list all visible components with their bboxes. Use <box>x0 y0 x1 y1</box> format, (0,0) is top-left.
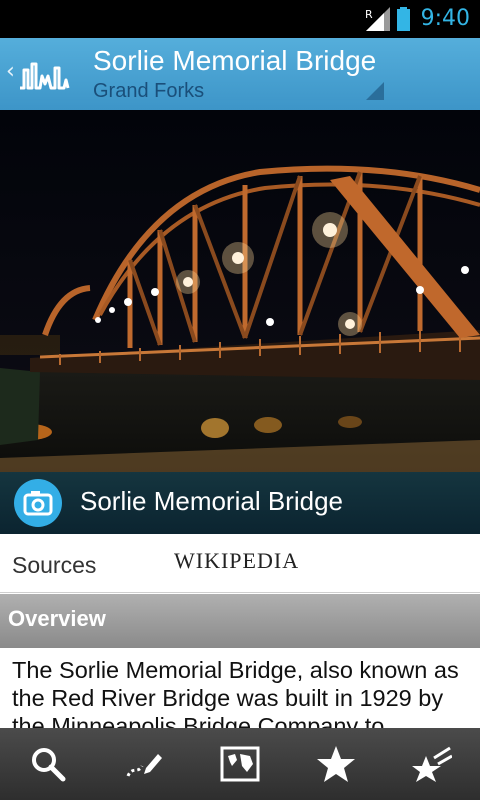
action-bar: ‹ Sorlie Memorial Bridge Grand Forks <box>0 38 480 111</box>
featured-button[interactable] <box>384 728 480 800</box>
roaming-indicator: R <box>365 8 373 21</box>
camera-button[interactable] <box>14 479 62 527</box>
signal-icon: R <box>365 7 390 31</box>
overview-text: The Sorlie Memorial Bridge, also known a… <box>12 657 459 728</box>
location-subtitle[interactable]: Grand Forks <box>93 79 204 103</box>
search-icon <box>32 748 66 782</box>
favorites-button[interactable] <box>288 728 384 800</box>
wikipedia-source-link[interactable]: WIKIPEDIA <box>174 547 299 575</box>
overview-body: The Sorlie Memorial Bridge, also known a… <box>0 648 480 728</box>
clock: 9:40 <box>420 6 470 31</box>
place-photo[interactable] <box>0 110 480 472</box>
place-header: Sorlie Memorial Bridge <box>0 472 480 534</box>
overview-heading: Overview <box>8 606 106 631</box>
status-bar: R 9:40 <box>0 0 480 38</box>
route-planner-button[interactable] <box>96 728 192 800</box>
search-button[interactable] <box>0 728 96 800</box>
shooting-star-icon <box>412 746 452 782</box>
battery-icon <box>397 7 410 31</box>
camera-icon <box>23 491 53 516</box>
sources-row: Sources WIKIPEDIA <box>0 534 480 593</box>
star-icon <box>317 746 355 782</box>
place-name: Sorlie Memorial Bridge <box>80 486 343 516</box>
bridge-photo <box>0 110 480 472</box>
overview-section-header: Overview <box>0 594 480 648</box>
sources-label: Sources <box>12 552 97 578</box>
skyline-logo-icon[interactable] <box>18 58 70 92</box>
dropdown-corner-icon[interactable] <box>366 82 384 100</box>
chevron-left-icon[interactable]: ‹ <box>6 60 15 84</box>
page-title: Sorlie Memorial Bridge <box>93 45 377 76</box>
bottom-navigation-bar <box>0 728 480 800</box>
route-pencil-icon <box>126 754 162 777</box>
map-button[interactable] <box>192 728 288 800</box>
world-map-icon <box>220 746 260 782</box>
